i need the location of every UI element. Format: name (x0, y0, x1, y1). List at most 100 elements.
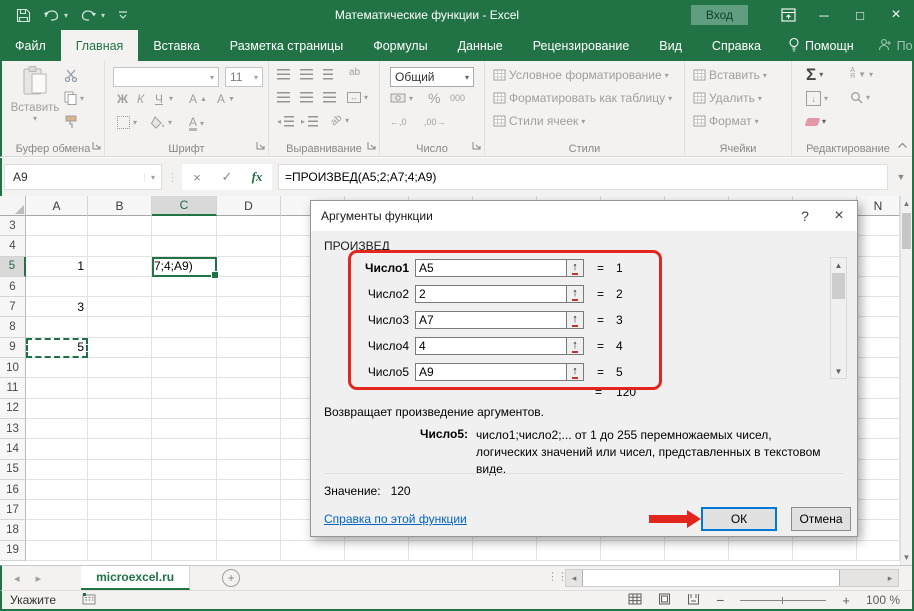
cell-D19[interactable] (217, 541, 281, 561)
collapse-dialog-icon[interactable]: ↑ (567, 259, 584, 277)
sort-filter-button[interactable]: АЯ▼▾ (850, 68, 873, 81)
cell-A8[interactable] (26, 317, 88, 337)
align-bottom-icon[interactable] (323, 69, 333, 80)
underline-button[interactable]: Ч (155, 92, 163, 106)
cell-N8[interactable] (857, 317, 900, 337)
argument-input-Число4[interactable] (415, 337, 567, 355)
cell-N15[interactable] (857, 460, 900, 480)
font-color-button[interactable]: А▾ (189, 116, 204, 131)
zoom-in-icon[interactable]: + (842, 593, 850, 608)
cell-D5[interactable] (217, 257, 281, 277)
cancel-entry-icon[interactable]: × (182, 164, 212, 190)
cell-G19[interactable] (409, 541, 473, 561)
minimize-button[interactable]: ─ (806, 0, 842, 30)
cells-item-0[interactable]: Вставить▾ (693, 68, 767, 82)
row-header-6[interactable]: 6 (0, 277, 26, 297)
zoom-slider[interactable] (740, 600, 826, 601)
cell-D7[interactable] (217, 297, 281, 317)
page-layout-view-icon[interactable] (658, 593, 671, 608)
cell-C14[interactable] (152, 439, 217, 459)
cell-B19[interactable] (88, 541, 152, 561)
row-header-7[interactable]: 7 (0, 297, 26, 317)
cell-C19[interactable] (152, 541, 217, 561)
clipboard-dialog-launcher-icon[interactable] (92, 139, 101, 153)
cell-D18[interactable] (217, 520, 281, 540)
row-header-12[interactable]: 12 (0, 399, 26, 419)
cell-A3[interactable] (26, 216, 88, 236)
name-box[interactable]: A9▾ (4, 164, 162, 190)
cell-C6[interactable] (152, 277, 217, 297)
confirm-entry-icon[interactable]: ✓ (212, 164, 242, 190)
cell-A19[interactable] (26, 541, 88, 561)
cut-button[interactable] (64, 69, 78, 82)
next-sheet-icon[interactable]: ▸ (36, 572, 42, 585)
cell-B16[interactable] (88, 480, 152, 500)
argument-input-Число2[interactable] (415, 285, 567, 303)
cell-I19[interactable] (537, 541, 601, 561)
cell-A14[interactable] (26, 439, 88, 459)
customize-qat-icon[interactable] (117, 10, 129, 20)
row-header-8[interactable]: 8 (0, 317, 26, 337)
cell-J19[interactable] (601, 541, 665, 561)
alignment-dialog-launcher-icon[interactable] (367, 139, 376, 153)
tab-разметка-страницы[interactable]: Разметка страницы (215, 30, 358, 61)
cell-D3[interactable] (217, 216, 281, 236)
collapse-dialog-icon[interactable]: ↑ (567, 285, 584, 303)
comma-style-button[interactable]: 000 (450, 93, 465, 103)
cancel-button[interactable]: Отмена (791, 507, 851, 531)
cell-C10[interactable] (152, 358, 217, 378)
close-button[interactable]: × (878, 0, 914, 30)
number-format-combobox[interactable]: Общий▾ (390, 67, 474, 87)
name-box-dropdown-icon[interactable]: ▾ (144, 173, 161, 182)
cell-N12[interactable] (857, 399, 900, 419)
cell-C16[interactable] (152, 480, 217, 500)
cell-K19[interactable] (665, 541, 729, 561)
dialog-scrollbar[interactable]: ▲ ▼ (830, 257, 847, 379)
sheet-tab[interactable]: microexcel.ru (81, 566, 190, 590)
cell-A16[interactable] (26, 480, 88, 500)
cell-D9[interactable] (217, 338, 281, 358)
undo-dropdown-icon[interactable]: ▾ (64, 11, 68, 20)
paste-button[interactable]: Вставить ▾ (10, 65, 60, 123)
cell-C5[interactable]: 7;4;A9) (152, 257, 217, 277)
cell-N11[interactable] (857, 378, 900, 398)
normal-view-icon[interactable] (628, 593, 642, 608)
cell-C7[interactable] (152, 297, 217, 317)
cell-M19[interactable] (793, 541, 857, 561)
cell-N5[interactable] (857, 257, 900, 277)
cell-D13[interactable] (217, 419, 281, 439)
cell-N3[interactable] (857, 216, 900, 236)
cell-N10[interactable] (857, 358, 900, 378)
cell-B5[interactable] (88, 257, 152, 277)
cell-D12[interactable] (217, 399, 281, 419)
cell-C4[interactable] (152, 236, 217, 256)
wrap-text-button[interactable]: ab (349, 67, 360, 78)
row-header-10[interactable]: 10 (0, 358, 26, 378)
cell-D15[interactable] (217, 460, 281, 480)
cell-N4[interactable] (857, 236, 900, 256)
cell-D8[interactable] (217, 317, 281, 337)
cell-N14[interactable] (857, 439, 900, 459)
tab-формулы[interactable]: Формулы (358, 30, 442, 61)
cell-A11[interactable] (26, 378, 88, 398)
decrease-indent-icon[interactable]: ◂ (277, 116, 294, 127)
cell-B17[interactable] (88, 500, 152, 520)
cell-B10[interactable] (88, 358, 152, 378)
dialog-help-icon[interactable]: ? (789, 201, 821, 231)
row-header-18[interactable]: 18 (0, 520, 26, 540)
collapse-dialog-icon[interactable]: ↑ (567, 311, 584, 329)
decrease-decimal-button[interactable]: ,00→ (424, 117, 446, 127)
ribbon-display-options-icon[interactable] (770, 0, 806, 30)
cell-A10[interactable] (26, 358, 88, 378)
cell-B18[interactable] (88, 520, 152, 540)
undo-icon[interactable] (43, 8, 60, 22)
dialog-close-icon[interactable]: × (823, 201, 855, 231)
function-help-link[interactable]: Справка по этой функции (324, 512, 467, 526)
column-header-C[interactable]: C (152, 196, 217, 216)
ok-button[interactable]: ОК (701, 507, 777, 531)
scroll-down-icon[interactable]: ▼ (901, 550, 912, 565)
collapse-ribbon-icon[interactable] (897, 138, 908, 152)
tab-splitter-handle[interactable]: ⋮⋮ (547, 570, 567, 583)
column-header-A[interactable]: A (26, 196, 88, 216)
horizontal-scrollbar-thumb[interactable] (582, 570, 840, 586)
